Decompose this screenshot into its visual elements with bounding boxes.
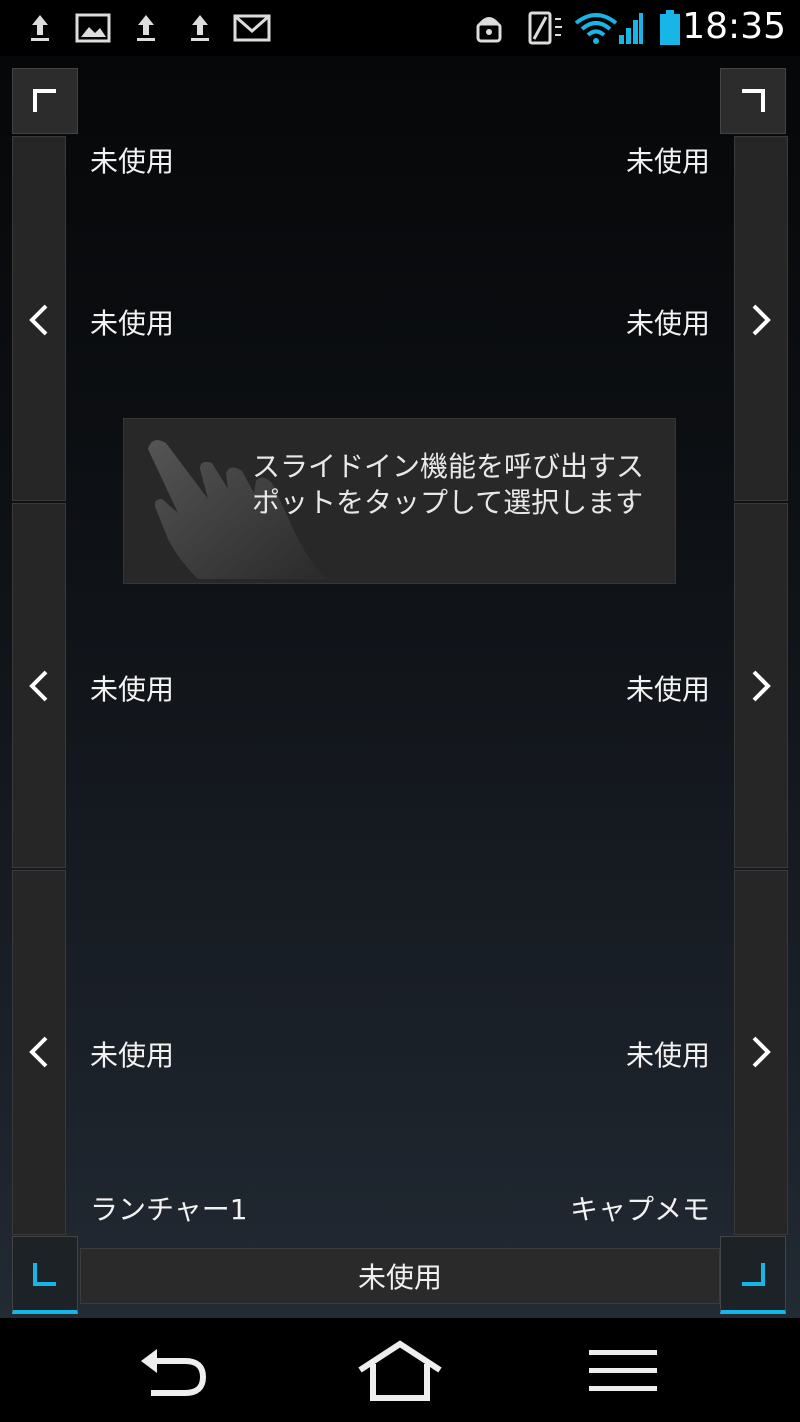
right-chevron-icon[interactable] (734, 656, 788, 716)
hint-text: スライドイン機能を呼び出すスポットをタップして選択します (252, 450, 645, 519)
clock: 18:35 (682, 6, 786, 47)
wifi-icon (574, 12, 618, 44)
top-left-corner-button[interactable] (12, 68, 78, 134)
home-button[interactable] (345, 1336, 455, 1406)
battery-icon (656, 10, 684, 45)
android-lock-icon (470, 12, 508, 44)
menu-icon (589, 1350, 657, 1391)
corner-top-right-icon (742, 89, 765, 112)
upload-icon (186, 12, 214, 44)
upload-icon (26, 12, 54, 44)
bottom-right-corner-button[interactable] (720, 1236, 786, 1314)
left-chevron-icon[interactable] (12, 656, 66, 716)
left-slot-label-2[interactable]: 未使用 (90, 302, 174, 342)
slide-in-editor: 未使用 未使用 未使用 未使用 未使用 未使用 未使用 未使用 ランチャー1 キ… (0, 56, 800, 1318)
right-chevron-icon[interactable] (734, 1022, 788, 1082)
phone-vibrate-icon (524, 11, 564, 45)
right-slot-label-2[interactable]: 未使用 (626, 302, 710, 342)
left-slot-label-4[interactable]: 未使用 (90, 1034, 174, 1074)
gmail-icon (232, 12, 272, 44)
navigation-bar (0, 1318, 800, 1422)
corner-bottom-right-icon (742, 1262, 765, 1286)
back-icon (141, 1349, 207, 1396)
home-icon (358, 1340, 442, 1401)
right-slot-label-4[interactable]: 未使用 (626, 1034, 710, 1074)
corner-top-left-icon (33, 89, 56, 112)
bottom-right-slot-label[interactable]: キャプメモ (570, 1188, 710, 1228)
right-slot-label-1[interactable]: 未使用 (626, 140, 710, 180)
top-right-corner-button[interactable] (720, 68, 786, 134)
bottom-left-corner-button[interactable] (12, 1236, 78, 1314)
bottom-center-slot-label: 未使用 (357, 1261, 442, 1294)
right-slot-label-3[interactable]: 未使用 (626, 668, 710, 708)
status-bar: 18:35 (0, 0, 800, 56)
menu-button[interactable] (568, 1336, 678, 1406)
back-button[interactable] (118, 1336, 228, 1406)
hint-tooltip: スライドイン機能を呼び出すスポットをタップして選択します (123, 418, 676, 584)
bottom-center-slot[interactable]: 未使用 (80, 1248, 720, 1304)
bottom-left-slot-label[interactable]: ランチャー1 (90, 1188, 248, 1228)
left-slot-label-3[interactable]: 未使用 (90, 668, 174, 708)
left-chevron-icon[interactable] (12, 1022, 66, 1082)
corner-bottom-left-icon (33, 1262, 56, 1286)
right-chevron-icon[interactable] (734, 290, 788, 350)
left-slot-label-1[interactable]: 未使用 (90, 140, 174, 180)
upload-icon (132, 12, 160, 44)
signal-icon (618, 12, 644, 44)
left-chevron-icon[interactable] (12, 290, 66, 350)
image-icon (74, 12, 112, 44)
